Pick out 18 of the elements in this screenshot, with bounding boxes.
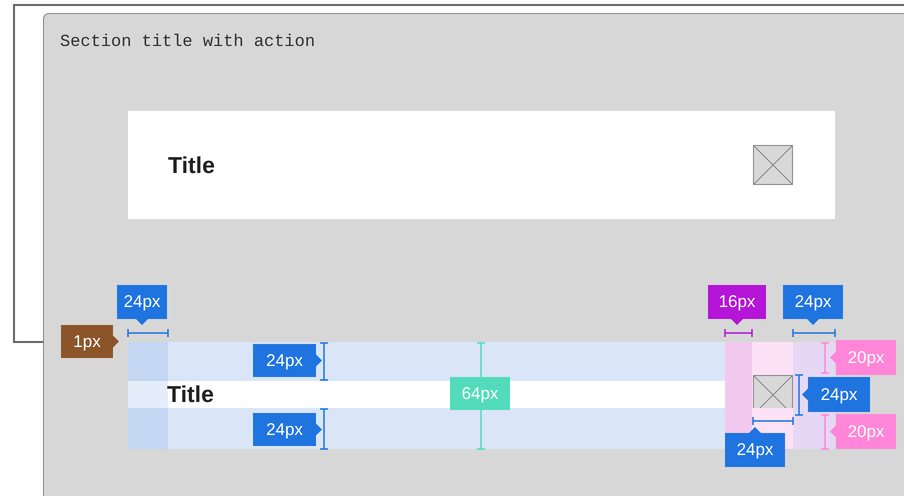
section-title: Section title with action: [60, 33, 316, 52]
dimension-line: [821, 414, 829, 450]
dimension-line: [320, 342, 328, 381]
dimension-line: [792, 329, 836, 337]
card-title: Title: [168, 152, 215, 178]
measurement-tag: 64px: [450, 377, 510, 410]
measurement-tag: 20px: [830, 414, 896, 449]
image-placeholder-icon: [753, 145, 793, 185]
measurement-tag: 24px: [802, 377, 870, 412]
measurement-tag: 20px: [830, 340, 896, 375]
spec-card-title: Title: [167, 381, 214, 408]
measurement-tag: 1px: [61, 325, 119, 358]
measurement-tag: 24px: [253, 413, 322, 446]
dimension-line: [320, 408, 328, 450]
dimension-line: [127, 329, 169, 337]
measurement-tag: 24px: [253, 344, 322, 377]
dimension-line: [724, 329, 753, 337]
dimension-line: [821, 342, 829, 374]
